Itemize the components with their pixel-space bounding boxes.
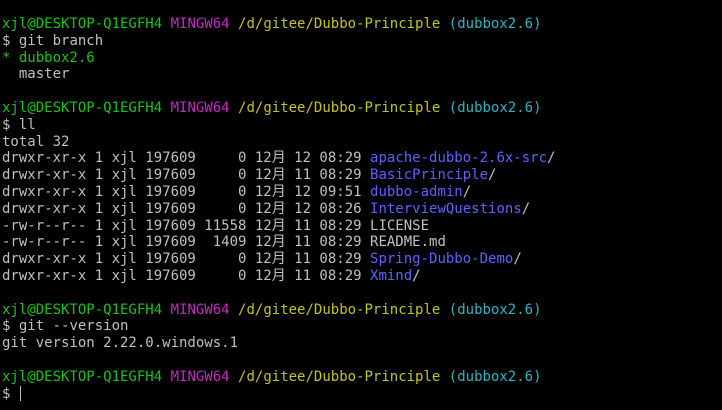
prompt-symbol: $	[2, 116, 11, 133]
directory-name: dubbo-admin	[370, 183, 463, 200]
file-row: drwxr-xr-x 1 xjl 197609 0 12月 12 08:29 a…	[2, 150, 722, 167]
prompt-branch: (dubbox2.6)	[448, 301, 542, 318]
text-cursor	[19, 386, 21, 402]
prompt-user-host: xjl@DESKTOP-Q1EGFH4	[2, 368, 163, 385]
prompt-path: /d/gitee/Dubbo-Principle	[238, 99, 441, 116]
file-row: -rw-r--r-- 1 xjl 197609 11558 12月 11 08:…	[2, 218, 722, 235]
directory-name: InterviewQuestions	[370, 200, 522, 217]
prompt-env: MINGW64	[170, 368, 230, 385]
branch-list-item: master	[2, 66, 722, 83]
branch-list-item: * dubbox2.6	[2, 50, 722, 67]
prompt-header: xjl@DESKTOP-Q1EGFH4 MINGW64 /d/gitee/Dub…	[2, 100, 722, 117]
prompt-user-host: xjl@DESKTOP-Q1EGFH4	[2, 301, 163, 318]
file-row: drwxr-xr-x 1 xjl 197609 0 12月 11 08:29 B…	[2, 167, 722, 184]
file-meta: drwxr-xr-x 1 xjl 197609 0 12月 12 09:51	[2, 183, 371, 200]
branch-name: master	[2, 66, 70, 83]
directory-name: BasicPrinciple	[370, 167, 489, 184]
prompt-path: /d/gitee/Dubbo-Principle	[238, 368, 441, 385]
command-text: ll	[18, 116, 36, 133]
prompt-header: xjl@DESKTOP-Q1EGFH4 MINGW64 /d/gitee/Dub…	[2, 369, 722, 386]
prompt-symbol: $	[2, 32, 11, 49]
prompt-branch: (dubbox2.6)	[448, 99, 542, 116]
prompt-symbol: $	[2, 385, 11, 402]
total-text: total 32	[2, 133, 70, 150]
dir-slash: /	[462, 183, 472, 200]
file-meta: drwxr-xr-x 1 xjl 197609 0 12月 12 08:26	[2, 200, 371, 217]
total-line: total 32	[2, 134, 722, 151]
file-row: -rw-r--r-- 1 xjl 197609 1409 12月 11 08:2…	[2, 234, 722, 251]
file-name: LICENSE	[370, 217, 430, 234]
terminal-window[interactable]: xjl@DESKTOP-Q1EGFH4 MINGW64 /d/gitee/Dub…	[0, 0, 722, 410]
file-meta: drwxr-xr-x 1 xjl 197609 0 12月 11 08:29	[2, 267, 371, 284]
directory-name: apache-dubbo-2.6x-src	[370, 150, 548, 167]
file-meta: drwxr-xr-x 1 xjl 197609 0 12月 12 08:29	[2, 150, 371, 167]
prompt-header: xjl@DESKTOP-Q1EGFH4 MINGW64 /d/gitee/Dub…	[2, 302, 722, 319]
command-line: $ git branch	[2, 33, 722, 50]
branch-name: * dubbox2.6	[2, 49, 95, 66]
file-meta: -rw-r--r-- 1 xjl 197609 11558 12月 11 08:…	[2, 217, 371, 234]
command-text: git --version	[18, 318, 129, 335]
file-meta: drwxr-xr-x 1 xjl 197609 0 12月 11 08:29	[2, 167, 371, 184]
command-text: git branch	[18, 32, 104, 49]
command-line: $ ll	[2, 117, 722, 134]
prompt-env: MINGW64	[170, 99, 230, 116]
file-meta: -rw-r--r-- 1 xjl 197609 1409 12月 11 08:2…	[2, 234, 371, 251]
file-row: drwxr-xr-x 1 xjl 197609 0 12月 12 09:51 d…	[2, 184, 722, 201]
command-output: git version 2.22.0.windows.1	[2, 335, 239, 352]
file-meta: drwxr-xr-x 1 xjl 197609 0 12月 11 08:29	[2, 251, 371, 268]
prompt-env: MINGW64	[170, 16, 230, 32]
prompt-header: xjl@DESKTOP-Q1EGFH4 MINGW64 /d/gitee/Dub…	[2, 16, 722, 33]
active-command-line[interactable]: $	[2, 386, 722, 403]
prompt-path: /d/gitee/Dubbo-Principle	[238, 301, 441, 318]
directory-name: Spring-Dubbo-Demo	[370, 251, 514, 268]
prompt-user-host: xjl@DESKTOP-Q1EGFH4	[2, 16, 163, 32]
prompt-path: /d/gitee/Dubbo-Principle	[238, 16, 441, 32]
file-row: drwxr-xr-x 1 xjl 197609 0 12月 11 08:29 X…	[2, 268, 722, 285]
prompt-symbol: $	[2, 318, 11, 335]
command-line: $ git --version	[2, 318, 722, 335]
directory-name: Xmind	[370, 267, 413, 284]
dir-slash: /	[547, 150, 556, 167]
dir-slash: /	[521, 200, 531, 217]
prompt-env: MINGW64	[170, 301, 230, 318]
output-line: git version 2.22.0.windows.1	[2, 335, 722, 352]
file-name: README.md	[370, 234, 446, 251]
dir-slash: /	[412, 267, 421, 284]
dir-slash: /	[513, 251, 522, 268]
file-row: drwxr-xr-x 1 xjl 197609 0 12月 12 08:26 I…	[2, 201, 722, 218]
prompt-branch: (dubbox2.6)	[448, 16, 542, 32]
file-row: drwxr-xr-x 1 xjl 197609 0 12月 11 08:29 S…	[2, 251, 722, 268]
dir-slash: /	[488, 167, 497, 184]
prompt-user-host: xjl@DESKTOP-Q1EGFH4	[2, 99, 163, 116]
prompt-branch: (dubbox2.6)	[448, 368, 542, 385]
